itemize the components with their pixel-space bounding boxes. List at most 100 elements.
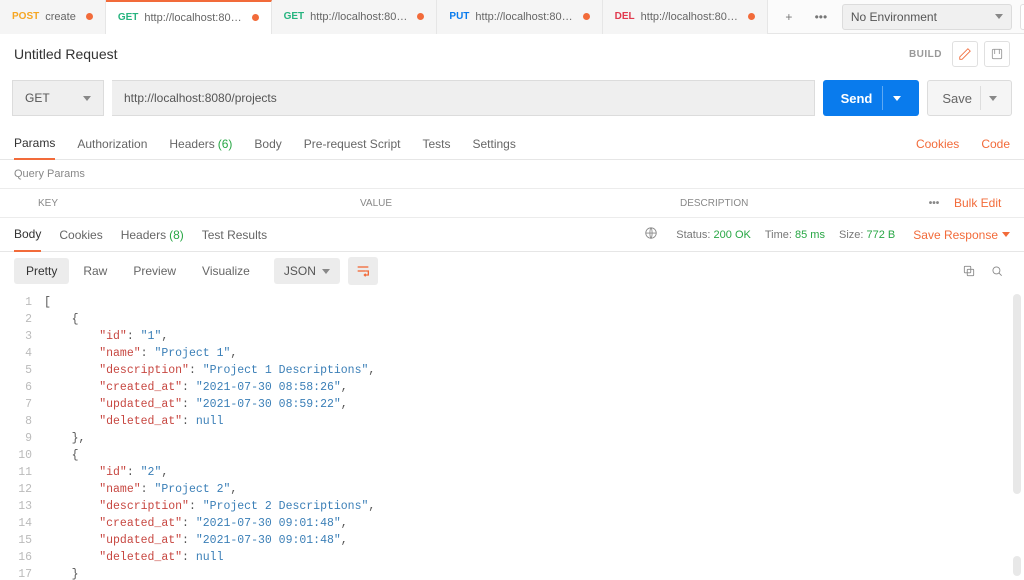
response-tab-body[interactable]: Body [14,218,41,252]
line-number: 7 [0,396,44,413]
line-number: 10 [0,447,44,464]
time-value: 85 ms [795,229,825,241]
line-number: 9 [0,430,44,447]
status-value: 200 OK [714,229,751,241]
code-line: 6 "created_at": "2021-07-30 08:58:26", [0,379,1024,396]
line-source: { [44,311,79,328]
format-visualize[interactable]: Visualize [190,258,262,284]
tab-overflow-button[interactable]: ••• [808,4,834,30]
line-number: 14 [0,515,44,532]
tab-headers[interactable]: Headers (6) [169,128,232,160]
tab-body[interactable]: Body [254,128,281,160]
size-value: 772 B [867,229,896,241]
save-label: Save [942,91,972,106]
line-source: "description": "Project 1 Descriptions", [44,362,375,379]
copy-button[interactable] [956,258,982,284]
tab-label: create [45,11,76,23]
method-value: GET [25,91,50,105]
line-source: "deleted_at": null [44,413,223,430]
response-body[interactable]: 1[2 {3 "id": "1",4 "name": "Project 1",5… [0,290,1024,580]
col-key: KEY [0,198,360,209]
request-tab[interactable]: PUT http://localhost:80… [437,0,602,34]
save-response-button[interactable]: Save Response [913,228,1010,242]
new-tab-button[interactable]: + [776,4,802,30]
unsaved-dot-icon [252,14,259,21]
request-title: Untitled Request [14,46,118,62]
tab-authorization[interactable]: Authorization [77,128,147,160]
comments-button[interactable] [952,41,978,67]
build-label: BUILD [909,49,942,60]
params-options-button[interactable]: ••• [914,198,954,209]
response-tab-headers[interactable]: Headers (8) [121,218,184,252]
environment-selector[interactable]: No Environment [842,4,1012,30]
method-badge: PUT [449,11,469,22]
response-tab-tests[interactable]: Test Results [202,218,267,252]
line-number: 11 [0,464,44,481]
save-icon-button[interactable] [984,41,1010,67]
method-badge: POST [12,11,39,22]
line-source: }, [44,430,85,447]
format-pretty[interactable]: Pretty [14,258,69,284]
request-tabs: Params Authorization Headers (6) Body Pr… [0,128,1024,160]
line-number: 8 [0,413,44,430]
wrap-lines-button[interactable] [348,257,378,285]
line-number: 13 [0,498,44,515]
save-button[interactable]: Save [927,80,1012,116]
tab-headers-label: Headers [169,137,214,151]
query-params-header: KEY VALUE DESCRIPTION ••• Bulk Edit [0,188,1024,218]
scrollbar-thumb[interactable] [1013,294,1021,494]
line-number: 16 [0,549,44,566]
tab-label: http://localhost:80… [475,11,572,23]
code-line: 5 "description": "Project 1 Descriptions… [0,362,1024,379]
time-label: Time: [765,229,792,241]
col-description: DESCRIPTION [680,198,914,209]
cookies-link[interactable]: Cookies [916,137,959,151]
tab-prerequest[interactable]: Pre-request Script [304,128,401,160]
tab-bar: POSTcreateGEThttp://localhost:80…GEThttp… [0,0,1024,34]
request-tab[interactable]: GEThttp://localhost:80… [272,0,438,34]
globe-icon[interactable] [644,226,658,243]
response-tab-cookies[interactable]: Cookies [59,218,102,252]
format-type-selector[interactable]: JSON [274,258,340,284]
tab-label: http://localhost:80… [144,12,241,24]
request-tab[interactable]: GEThttp://localhost:80… [106,0,272,34]
tab-tests[interactable]: Tests [422,128,450,160]
environment-label: No Environment [851,10,937,24]
tab-actions: + ••• [768,4,842,30]
code-line: 2 { [0,311,1024,328]
url-input[interactable] [112,80,815,116]
tab-settings[interactable]: Settings [473,128,516,160]
line-number: 1 [0,294,44,311]
unsaved-dot-icon [417,13,424,20]
request-tab[interactable]: POST create [0,0,106,34]
tab-headers-count: (6) [218,137,233,151]
request-tab[interactable]: DELhttp://localhost:80… [603,0,768,34]
format-type-label: JSON [284,264,316,278]
tab-params[interactable]: Params [14,128,55,160]
tab-label: http://localhost:80… [641,11,738,23]
code-link[interactable]: Code [981,137,1010,151]
scrollbar-thumb[interactable] [1013,556,1021,576]
line-number: 5 [0,362,44,379]
format-preview[interactable]: Preview [121,258,188,284]
method-selector[interactable]: GET [12,80,104,116]
method-badge: GET [284,11,305,22]
search-button[interactable] [984,258,1010,284]
response-tabs: Body Cookies Headers (8) Test Results St… [0,218,1024,252]
code-line: 1[ [0,294,1024,311]
response-tab-headers-count: (8) [169,228,184,242]
bulk-edit-link[interactable]: Bulk Edit [954,196,1024,210]
code-line: 15 "updated_at": "2021-07-30 09:01:48", [0,532,1024,549]
line-source: "created_at": "2021-07-30 09:01:48", [44,515,348,532]
send-button[interactable]: Send [823,80,920,116]
line-number: 4 [0,345,44,362]
send-label: Send [841,91,873,106]
status-info: Status: 200 OK Time: 85 ms Size: 772 B [676,229,895,241]
unsaved-dot-icon [748,13,755,20]
unsaved-dot-icon [583,13,590,20]
code-line: 13 "description": "Project 2 Description… [0,498,1024,515]
format-raw[interactable]: Raw [71,258,119,284]
code-line: 3 "id": "1", [0,328,1024,345]
environment-quicklook-button[interactable] [1020,4,1024,30]
line-source: [ [44,294,51,311]
